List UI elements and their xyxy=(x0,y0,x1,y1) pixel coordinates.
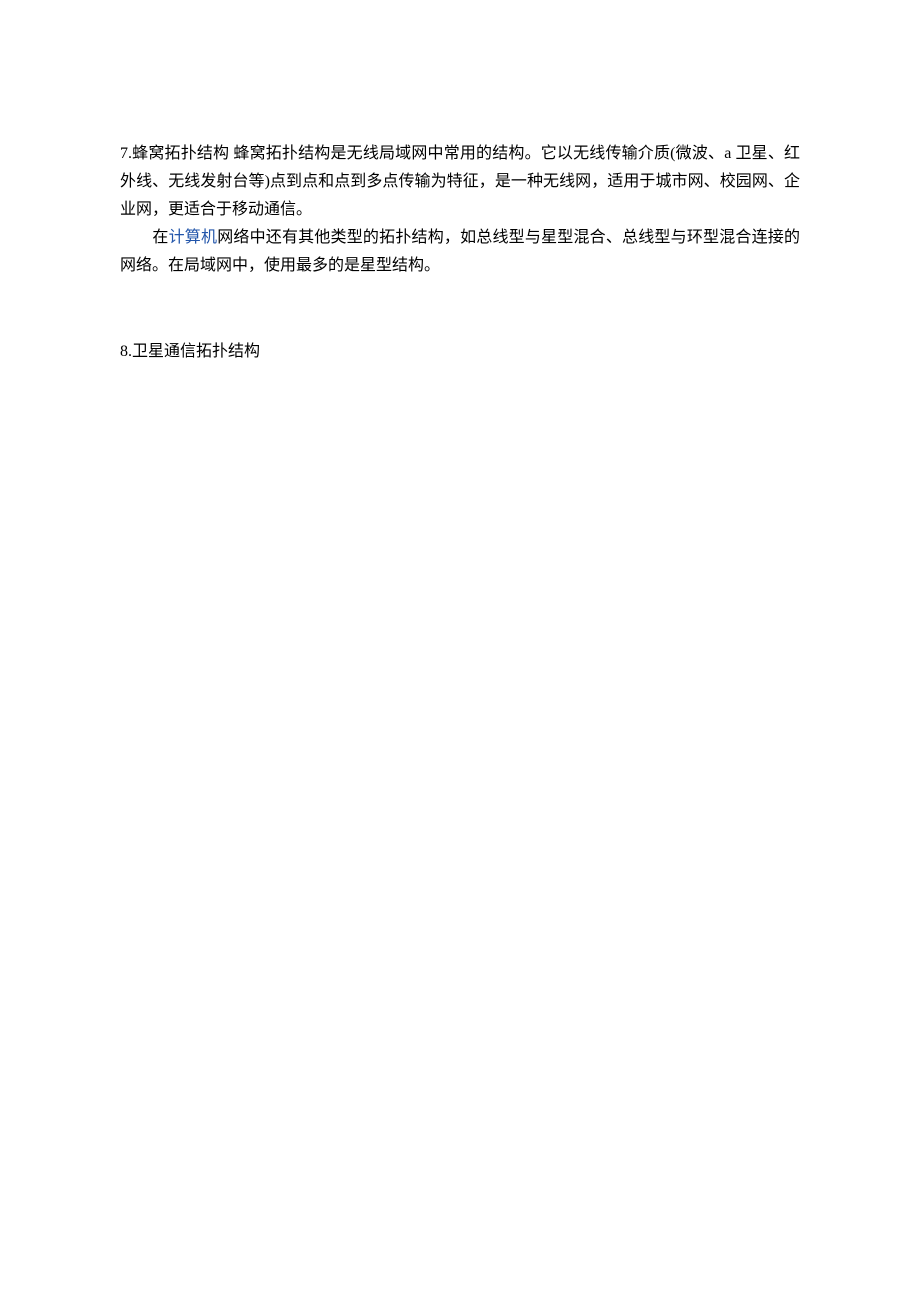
section8-heading: 8.卫星通信拓扑结构 xyxy=(120,338,800,366)
spacer xyxy=(120,280,800,338)
section7-paragraph1: 7.蜂窝拓扑结构 蜂窝拓扑结构是无线局域网中常用的结构。它以无线传输介质(微波、… xyxy=(120,140,800,224)
section7-paragraph2: 在计算机网络中还有其他类型的拓扑结构，如总线型与星型混合、总线型与环型混合连接的… xyxy=(120,224,800,280)
para2-suffix: 网络中还有其他类型的拓扑结构，如总线型与星型混合、总线型与环型混合连接的网络。在… xyxy=(120,229,800,274)
computer-link[interactable]: 计算机 xyxy=(169,229,218,246)
para2-prefix: 在 xyxy=(120,229,169,246)
